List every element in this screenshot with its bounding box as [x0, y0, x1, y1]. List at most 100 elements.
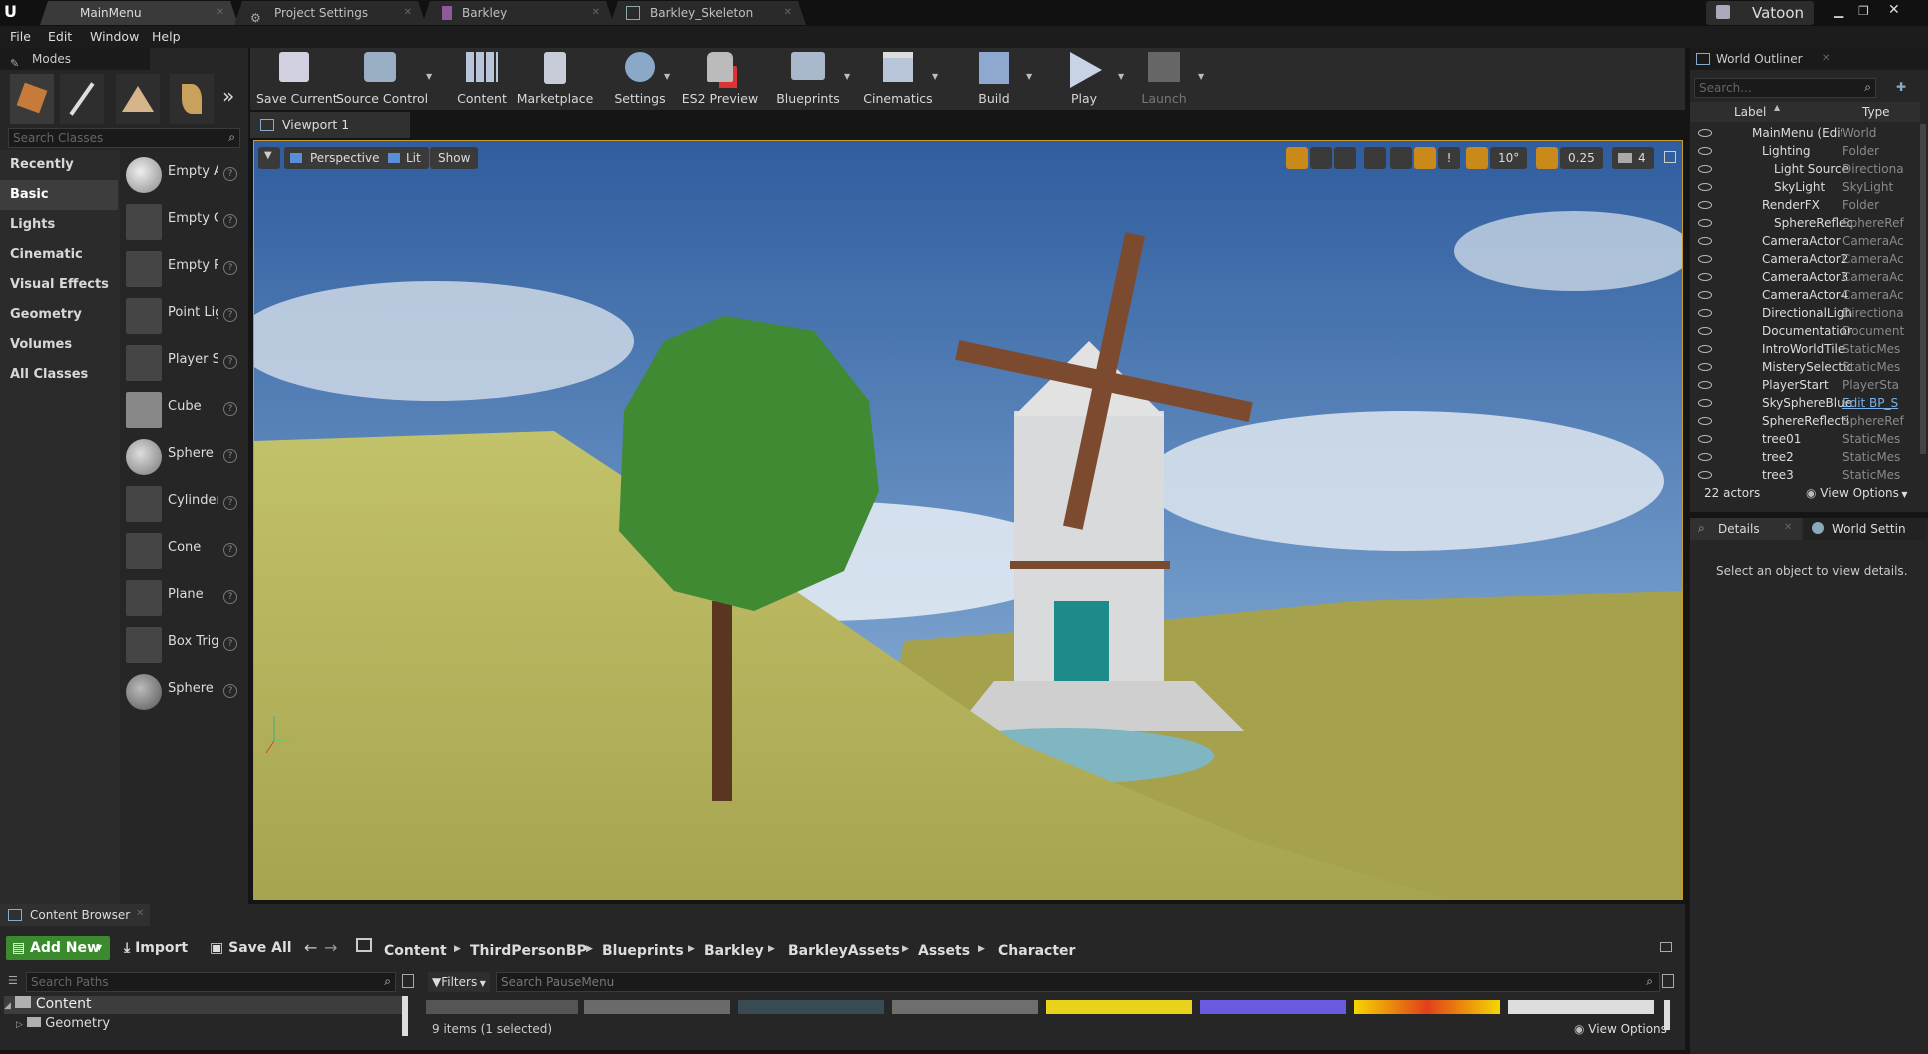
tab-mainmenu[interactable]: MainMenu ✕ — [40, 1, 238, 25]
visibility-eye-icon[interactable] — [1698, 183, 1712, 191]
save-current-button[interactable]: Save Current — [256, 48, 338, 110]
outliner-row[interactable]: Documentation Document — [1690, 322, 1918, 340]
paint-mode-icon[interactable] — [60, 74, 104, 124]
outliner-row[interactable]: SkyLight SkyLight — [1690, 178, 1918, 196]
source-control-button[interactable]: Source Control — [336, 48, 428, 110]
visibility-eye-icon[interactable] — [1698, 363, 1712, 371]
outliner-row[interactable]: IntroWorldTile StaticMes — [1690, 340, 1918, 358]
category-lights[interactable]: Lights — [0, 210, 118, 240]
camera-speed-button[interactable]: 4 — [1612, 147, 1654, 169]
asset-thumbnail[interactable] — [1046, 1000, 1192, 1014]
close-icon[interactable]: ✕ — [592, 1, 600, 25]
category-visual-effects[interactable]: Visual Effects — [0, 270, 118, 300]
help-icon[interactable]: ? — [223, 308, 237, 322]
lock-icon[interactable] — [1660, 942, 1672, 952]
place-item-cone[interactable]: Cone? — [126, 526, 244, 573]
outliner-settings-icon[interactable]: ✚ — [1896, 80, 1910, 94]
visibility-eye-icon[interactable] — [1698, 381, 1712, 389]
scale-tool-icon[interactable] — [1334, 147, 1356, 169]
show-button[interactable]: Show — [430, 147, 479, 169]
viewport-tab[interactable]: Viewport 1 — [250, 112, 410, 138]
asset-thumbnail[interactable] — [1508, 1000, 1654, 1014]
outliner-row[interactable]: Light Source Directiona — [1690, 160, 1918, 178]
forward-arrow-icon[interactable]: → — [324, 938, 337, 957]
visibility-eye-icon[interactable] — [1698, 471, 1712, 479]
type-column-header[interactable]: Type — [1862, 105, 1890, 119]
visibility-eye-icon[interactable] — [1698, 147, 1712, 155]
menu-edit[interactable]: Edit — [48, 26, 72, 48]
import-button[interactable]: ⤓ Import — [124, 936, 188, 960]
visibility-eye-icon[interactable] — [1698, 291, 1712, 299]
help-icon[interactable]: ? — [223, 543, 237, 557]
outliner-view-options-button[interactable]: ◉ View Options ▼ — [1806, 486, 1908, 500]
viewport-menu-button[interactable]: ▼ — [258, 147, 280, 169]
visibility-eye-icon[interactable] — [1698, 255, 1712, 263]
outliner-row[interactable]: SphereReflec SphereRef — [1690, 214, 1918, 232]
help-icon[interactable]: ? — [223, 684, 237, 698]
path-view-options-icon[interactable] — [402, 974, 414, 988]
asset-thumbnail[interactable] — [426, 1000, 578, 1014]
settings-dropdown[interactable]: ▼ — [664, 72, 674, 82]
lit-button[interactable]: Lit — [382, 147, 429, 169]
visibility-eye-icon[interactable] — [1698, 435, 1712, 443]
maximize-icon[interactable]: ❐ — [1858, 4, 1874, 18]
tree-item-content[interactable]: ◢ Content — [4, 996, 404, 1014]
cinematics-dropdown[interactable]: ▼ — [932, 72, 942, 82]
visibility-eye-icon[interactable] — [1698, 309, 1712, 317]
add-new-button[interactable]: ▤ Add New ▼ — [6, 936, 110, 960]
source-control-dropdown[interactable]: ▼ — [426, 72, 436, 82]
back-arrow-icon[interactable]: ← — [304, 938, 317, 957]
asset-thumbnail[interactable] — [892, 1000, 1038, 1014]
place-item-point-light[interactable]: Point Lig? — [126, 291, 244, 338]
place-item-cylinder[interactable]: Cylinder? — [126, 479, 244, 526]
es2-preview-button[interactable]: ES2 Preview — [680, 48, 760, 110]
breadcrumb-blueprints[interactable]: Blueprints — [602, 934, 684, 968]
help-icon[interactable]: ? — [223, 167, 237, 181]
close-icon[interactable]: ✕ — [1822, 48, 1830, 70]
scale-snap-value[interactable]: 0.25 — [1560, 147, 1603, 169]
translate-tool-icon[interactable] — [1286, 147, 1308, 169]
build-button[interactable]: Build — [958, 48, 1030, 110]
help-icon[interactable]: ? — [223, 590, 237, 604]
tab-barkley-skeleton[interactable]: Barkley_Skeleton ✕ — [610, 1, 806, 25]
visibility-eye-icon[interactable] — [1698, 219, 1712, 227]
rotate-tool-icon[interactable] — [1310, 147, 1332, 169]
visibility-eye-icon[interactable] — [1698, 399, 1712, 407]
breadcrumb-barkleyassets[interactable]: BarkleyAssets — [788, 934, 900, 968]
asset-thumbnail[interactable] — [1354, 1000, 1500, 1014]
rotation-snap-icon[interactable] — [1466, 147, 1488, 169]
user-badge[interactable]: Vatoon — [1706, 1, 1814, 25]
visibility-eye-icon[interactable] — [1698, 417, 1712, 425]
save-all-button[interactable]: ▣ Save All — [210, 936, 292, 960]
asset-view-options-button[interactable]: ◉ View Options — [1574, 1022, 1667, 1036]
menu-file[interactable]: File — [10, 26, 31, 48]
menu-help[interactable]: Help — [152, 26, 181, 48]
tab-barkley[interactable]: Barkley ✕ — [422, 1, 614, 25]
visibility-eye-icon[interactable] — [1698, 273, 1712, 281]
outliner-row[interactable]: CameraActor4 CameraAc — [1690, 286, 1918, 304]
label-column-header[interactable]: Label — [1734, 105, 1766, 119]
breadcrumb-content[interactable]: Content — [384, 934, 447, 968]
place-mode-icon[interactable] — [10, 74, 54, 124]
more-modes-icon[interactable]: » — [222, 84, 234, 108]
outliner-row[interactable]: CameraActor2 CameraAc — [1690, 250, 1918, 268]
outliner-row[interactable]: SkySphereBlue Edit BP_S — [1690, 394, 1918, 412]
tree-toggle-icon[interactable]: ☰ — [8, 974, 18, 987]
outliner-row-folder[interactable]: RenderFX Folder — [1690, 196, 1918, 214]
visibility-eye-icon[interactable] — [1698, 237, 1712, 245]
surface-snap-icon[interactable] — [1390, 147, 1412, 169]
outliner-row-world[interactable]: MainMenu (EditoWorld — [1690, 124, 1918, 142]
category-all-classes[interactable]: All Classes — [0, 360, 118, 390]
place-item-empty-character[interactable]: Empty C? — [126, 197, 244, 244]
perspective-button[interactable]: Perspective — [284, 147, 388, 169]
close-icon[interactable]: ✕ — [1784, 522, 1792, 533]
settings-button[interactable]: Settings — [608, 48, 672, 110]
help-icon[interactable]: ? — [223, 637, 237, 651]
breadcrumb-barkley[interactable]: Barkley — [704, 934, 764, 968]
category-geometry[interactable]: Geometry — [0, 300, 118, 330]
search-classes-box[interactable]: Search Classes ⌕ — [8, 128, 240, 148]
content-button[interactable]: Content — [452, 48, 512, 110]
help-icon[interactable]: ? — [223, 496, 237, 510]
play-dropdown[interactable]: ▼ — [1118, 72, 1128, 82]
help-icon[interactable]: ? — [223, 355, 237, 369]
